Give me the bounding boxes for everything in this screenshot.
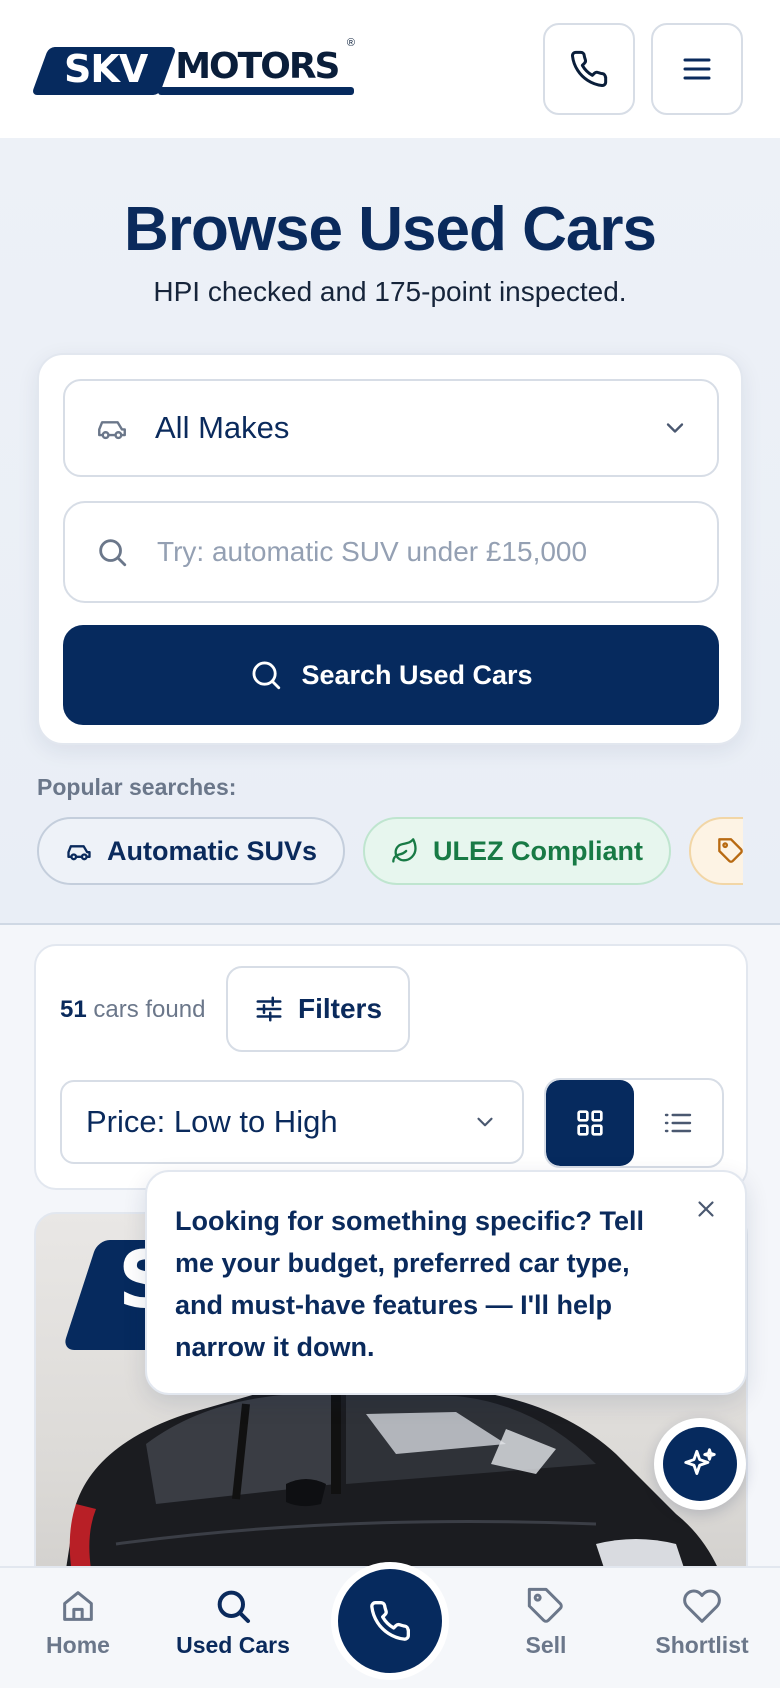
chip-ulez-compliant[interactable]: ULEZ Compliant [363,817,672,885]
nav-label: Shortlist [655,1632,749,1658]
chevron-down-icon [666,423,684,433]
heart-icon [683,1589,721,1623]
filters-button[interactable]: Filters [226,966,410,1052]
nav-label: Home [46,1632,110,1658]
leaf-icon [392,838,417,863]
chip-under-price[interactable]: Un [689,817,743,885]
list-view-button[interactable] [634,1080,722,1166]
hero-section: Browse Used Cars HPI checked and 175-poi… [0,138,780,925]
phone-icon [571,50,608,87]
hamburger-menu-icon [683,58,711,80]
logo-text-motors: MOTORS [175,45,340,87]
close-icon[interactable] [693,1196,719,1222]
logo-underline [158,87,354,95]
site-header: SKV MOTORS ® [0,0,780,138]
page-title: Browse Used Cars [124,195,657,264]
search-icon [99,539,127,567]
sort-select[interactable]: Price: Low to High [60,1080,524,1164]
skv-motors-logo[interactable]: SKV MOTORS ® [31,37,355,95]
grid-view-button[interactable] [546,1080,634,1166]
nav-label: Used Cars [176,1632,290,1658]
search-icon [217,1590,250,1623]
popular-searches-list: Automatic SUVs ULEZ Compliant Un [37,817,743,887]
tag-icon [718,838,743,863]
nav-item-sell[interactable]: Sell [476,1586,616,1659]
car-icon [67,845,91,861]
sparkle-icon [684,1448,716,1475]
phone-icon [370,1601,410,1641]
search-icon [252,661,281,690]
header-call-button[interactable] [543,23,635,115]
search-input-wrapper [63,501,719,603]
view-toggle [544,1078,724,1168]
chip-automatic-suvs[interactable]: Automatic SUVs [37,817,346,885]
list-view-icon [664,1113,692,1133]
assistant-tooltip: Looking for something specific? Tell me … [145,1170,747,1395]
nav-item-shortlist[interactable]: Shortlist [632,1586,772,1659]
chip-label: ULEZ Compliant [433,835,644,866]
assistant-button-core [663,1427,737,1501]
chevron-down-icon [477,1117,493,1127]
grid-view-icon [577,1110,603,1136]
chip-label: Automatic SUVs [107,835,318,866]
header-menu-button[interactable] [651,23,743,115]
nav-item-used-cars[interactable]: Used Cars [163,1586,303,1659]
page-subtitle: HPI checked and 175-point inspected. [153,276,627,307]
search-button-label: Search Used Cars [301,659,533,690]
call-button[interactable] [331,1562,449,1680]
make-select[interactable]: All Makes [63,379,719,477]
results-toolbar: 51 cars found Filters Price: Low to High [34,944,748,1190]
tag-icon [527,1587,563,1623]
search-input[interactable] [157,536,677,568]
search-used-cars-button[interactable]: Search Used Cars [63,625,719,725]
results-count-number: 51 [60,996,87,1023]
car-icon [98,421,126,440]
search-card: All Makes Search Used Cars [37,353,743,745]
logo-registered-mark: ® [346,37,355,49]
make-select-value: All Makes [155,410,290,445]
assistant-message: Looking for something specific? Tell me … [175,1206,645,1362]
assistant-button[interactable] [654,1418,746,1510]
sliders-icon [256,996,282,1022]
call-button-core [338,1569,442,1673]
filters-button-label: Filters [297,993,383,1024]
nav-item-home[interactable]: Home [8,1586,148,1659]
nav-label: Sell [525,1632,567,1658]
popular-searches-label: Popular searches: [37,774,237,800]
sort-select-value: Price: Low to High [86,1104,338,1139]
results-count: 51 cars found [60,996,205,1024]
logo-text-skv: SKV [64,47,148,91]
home-icon [63,1591,93,1621]
results-count-label: cars found [93,996,206,1023]
